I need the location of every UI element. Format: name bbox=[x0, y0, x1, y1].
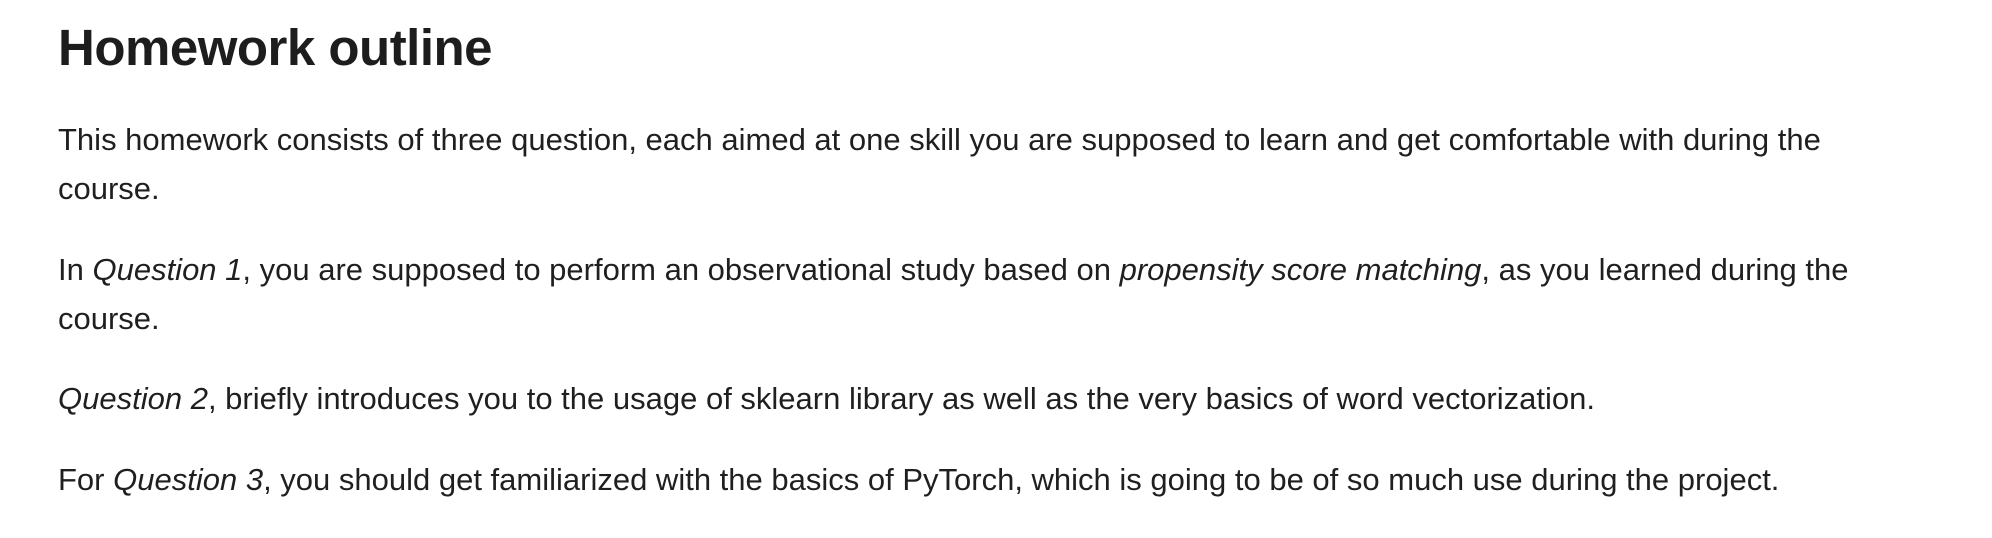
propensity-emphasis: propensity score matching bbox=[1119, 252, 1482, 287]
question-3-emphasis: Question 3 bbox=[113, 462, 264, 497]
paragraph-text: , you should get familiarized with the b… bbox=[263, 462, 1780, 497]
question-2-emphasis: Question 2 bbox=[58, 381, 208, 416]
paragraph-intro: This homework consists of three question… bbox=[58, 115, 1958, 213]
paragraph-text: , as you learned during the bbox=[1481, 252, 1849, 287]
section-heading: Homework outline bbox=[58, 19, 493, 76]
paragraph-question-3: For Question 3, you should get familiari… bbox=[58, 455, 1958, 504]
paragraph-text: In bbox=[58, 252, 93, 287]
paragraph-text: , briefly introduces you to the usage of… bbox=[207, 381, 1595, 416]
paragraph-question-2: Question 2, briefly introduces you to th… bbox=[58, 374, 1958, 423]
paragraph-question-1: In Question 1, you are supposed to perfo… bbox=[58, 245, 1958, 343]
paragraph-text: course. bbox=[58, 171, 160, 206]
paragraph-text: For bbox=[58, 462, 114, 497]
paragraph-text: , you are supposed to perform an observa… bbox=[242, 252, 1120, 287]
paragraph-text: course. bbox=[58, 301, 160, 336]
question-1-emphasis: Question 1 bbox=[92, 252, 243, 287]
paragraph-text: This homework consists of three question… bbox=[58, 122, 1821, 157]
